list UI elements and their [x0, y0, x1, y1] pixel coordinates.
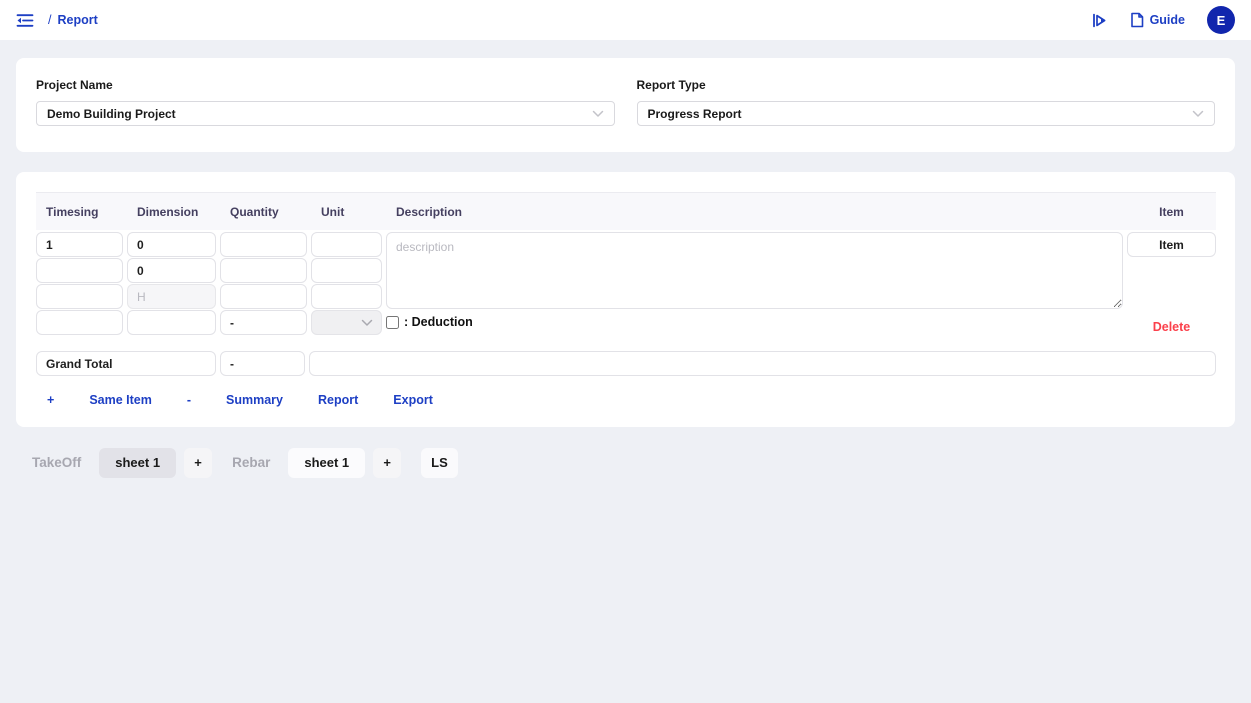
takeoff-add-sheet-button[interactable]: +: [184, 447, 213, 478]
top-bar: / Report Guide E: [0, 0, 1251, 40]
chevron-down-icon: [361, 319, 373, 327]
breadcrumb-separator: /: [48, 13, 52, 27]
dimension-h-input: [127, 284, 216, 309]
deduction-control: : Deduction: [386, 310, 1123, 329]
report-type-value: Progress Report: [647, 106, 742, 121]
header-description: Description: [396, 204, 463, 219]
unit-input[interactable]: [311, 232, 382, 257]
description-textarea[interactable]: [386, 232, 1123, 309]
unit-input[interactable]: [311, 258, 382, 283]
avatar[interactable]: E: [1207, 6, 1235, 34]
chevron-down-icon: [1192, 110, 1204, 118]
project-name-value: Demo Building Project: [47, 106, 176, 121]
summary-button[interactable]: Summary: [226, 393, 283, 407]
filters-card: Project Name Demo Building Project Repor…: [16, 58, 1235, 152]
table-header-row: Timesing Dimension Quantity Unit Descrip…: [36, 192, 1216, 230]
quantity-total-input[interactable]: [220, 310, 307, 335]
quantity-input[interactable]: [220, 258, 307, 283]
table-actions: + Same Item - Summary Report Export: [36, 393, 1216, 407]
dimension-input[interactable]: [127, 310, 216, 335]
grand-total-input[interactable]: [36, 351, 216, 376]
table-body: : Deduction Delete: [36, 232, 1216, 335]
grand-total-quantity-input[interactable]: [220, 351, 305, 376]
breadcrumb[interactable]: / Report: [48, 13, 98, 27]
ls-tab[interactable]: LS: [421, 447, 458, 478]
deduction-checkbox[interactable]: [386, 315, 399, 329]
same-item-button[interactable]: Same Item: [89, 393, 152, 407]
rebar-group-label: Rebar: [232, 455, 271, 470]
project-name-select[interactable]: Demo Building Project: [36, 101, 615, 126]
rebar-add-sheet-button[interactable]: +: [373, 447, 402, 478]
document-icon: [1130, 12, 1144, 28]
report-type-label: Report Type: [636, 78, 706, 92]
project-name-label: Project Name: [36, 78, 113, 92]
grand-total-description-input[interactable]: [309, 351, 1216, 376]
quantity-input[interactable]: [220, 232, 307, 257]
remove-row-button[interactable]: -: [187, 393, 191, 407]
header-unit: Unit: [321, 204, 345, 219]
report-type-field: Report Type Progress Report: [636, 78, 1215, 152]
menu-fold-icon[interactable]: [16, 13, 34, 28]
timesing-input[interactable]: [36, 310, 123, 335]
project-name-field: Project Name Demo Building Project: [36, 78, 615, 152]
header-item: Item: [1159, 204, 1184, 219]
report-button[interactable]: Report: [318, 393, 358, 407]
chevron-down-icon: [592, 110, 604, 118]
timesing-input[interactable]: [36, 232, 123, 257]
breadcrumb-report[interactable]: Report: [57, 13, 97, 27]
unit-input[interactable]: [311, 284, 382, 309]
rebar-sheet-tab[interactable]: sheet 1: [288, 447, 366, 478]
dimension-input[interactable]: [127, 232, 216, 257]
timesing-input[interactable]: [36, 258, 123, 283]
run-icon[interactable]: [1091, 12, 1108, 29]
dimension-input[interactable]: [127, 258, 216, 283]
takeoff-group-label: TakeOff: [32, 455, 82, 470]
add-row-button[interactable]: +: [47, 393, 54, 407]
takeoff-sheet-tab[interactable]: sheet 1: [99, 447, 177, 478]
grand-total-row: [36, 351, 1216, 376]
header-quantity: Quantity: [230, 204, 279, 219]
delete-button[interactable]: Delete: [1153, 320, 1191, 335]
guide-button[interactable]: Guide: [1130, 12, 1185, 28]
unit-select-disabled: [311, 310, 382, 335]
avatar-initial: E: [1216, 12, 1226, 28]
header-timesing: Timesing: [46, 204, 99, 219]
takeoff-table-card: Timesing Dimension Quantity Unit Descrip…: [16, 172, 1235, 427]
sheet-bar: TakeOff sheet 1 + Rebar sheet 1 + LS: [16, 447, 1235, 478]
item-input[interactable]: [1127, 232, 1216, 257]
deduction-label: : Deduction: [404, 315, 473, 329]
quantity-input[interactable]: [220, 284, 307, 309]
timesing-input[interactable]: [36, 284, 123, 309]
guide-label: Guide: [1149, 13, 1185, 27]
export-button[interactable]: Export: [393, 393, 433, 407]
report-type-select[interactable]: Progress Report: [636, 101, 1215, 126]
header-dimension: Dimension: [137, 204, 199, 219]
